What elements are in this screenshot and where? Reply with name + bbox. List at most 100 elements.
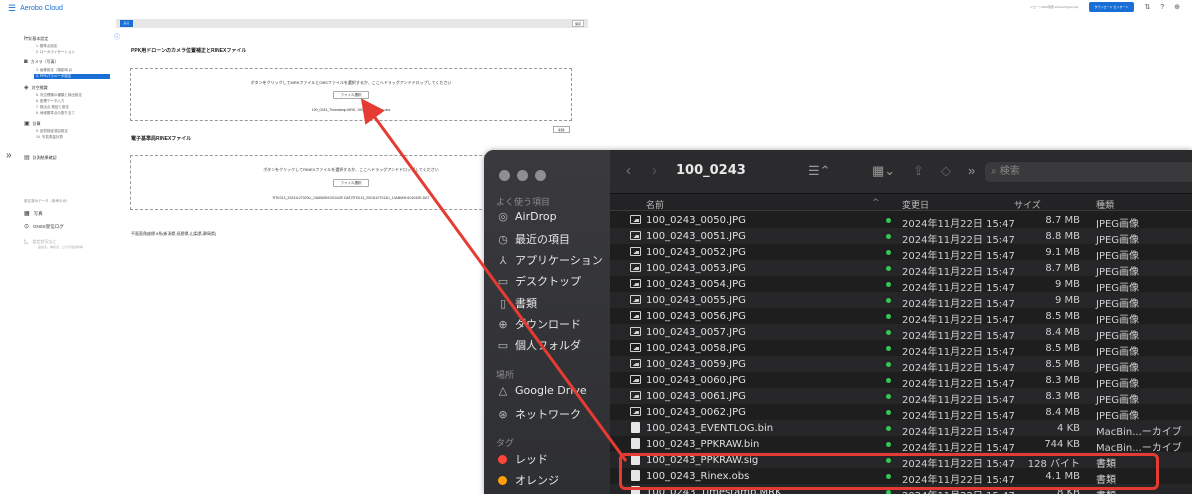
sidebar-item-google-drive[interactable]: △ Google Drive <box>496 384 587 397</box>
sidebar-item-quality[interactable]: 9. 品質検証項目設定 <box>36 129 68 134</box>
sidebar-link-gnss-log[interactable]: ⊙ GNSS受信ログ <box>24 223 64 230</box>
more-chevron-icon[interactable]: » <box>968 163 975 178</box>
ppk-selected-files: 100_0243_Timestamp.MRK, 100_0243_Rinex.o… <box>311 108 391 112</box>
sidebar-link-status[interactable]: ◺ 設定状況など <box>24 238 57 245</box>
sidebar-item-assign[interactable]: 8. 地域基準点の割り当て <box>36 111 75 116</box>
sidebar-item-applications[interactable]: ⅄ アプリケーション <box>496 252 603 268</box>
sidebar-link-photos[interactable]: ▦ 写真 <box>24 210 43 217</box>
file-size: 9 MB <box>1054 295 1080 306</box>
sidebar-item-ppk-active[interactable]: 4. PPKパラメータ設定 <box>34 74 110 79</box>
file-row[interactable]: 100_0243_0054.JPG 2024年11月22日 15:47 9 MB JP… <box>610 276 1192 294</box>
orange-tag-dot <box>498 475 507 485</box>
sidebar-item-image-settings[interactable]: 3. 画像設定（撮影時 β） <box>36 68 74 73</box>
hamburger-menu-icon[interactable]: ☰ <box>8 3 16 14</box>
clear-button[interactable]: 削除 <box>553 126 570 133</box>
file-row[interactable]: 100_0243_0055.JPG 2024年11月22日 15:47 9 MB JP… <box>610 292 1192 310</box>
sidebar-item-verify[interactable]: 7. 検出点 検証と設定 <box>36 105 69 110</box>
sort-icon[interactable]: ⇅ <box>1144 3 1150 11</box>
file-row[interactable]: 100_0243_0053.JPG 2024年11月22日 15:47 8.7 MB… <box>610 260 1192 278</box>
finder-sidebar: よく使う項目 ◎ AirDrop ◷ 最近の項目 ⅄ アプリケーション ▭ デスクトップ… <box>484 150 610 494</box>
image-file-icon <box>630 295 641 304</box>
image-file-icon <box>630 327 641 336</box>
tag-icon[interactable]: ◇ <box>941 163 951 179</box>
target-icon: ◈ <box>24 85 29 91</box>
sidebar-item-coord-input[interactable]: 6. 座標データ入力 <box>36 99 64 104</box>
col-size[interactable]: サイズ <box>1014 198 1041 211</box>
col-kind[interactable]: 種類 <box>1096 198 1114 211</box>
file-row[interactable]: 100_0243_0050.JPG 2024年11月22日 15:47 8.7 MB… <box>610 212 1192 230</box>
file-row[interactable]: 100_0243_PPKRAW.bin 2024年11月22日 15:47 744 … <box>610 436 1192 454</box>
col-name[interactable]: 名前 <box>646 198 664 211</box>
list-view-icon[interactable]: ☰⌃ <box>808 163 831 179</box>
sidebar-group-results[interactable]: ▤ 計測結果確認 <box>24 154 57 161</box>
window-minimize-button[interactable] <box>517 170 528 181</box>
file-name: 100_0243_EVENTLOG.bin <box>646 423 774 434</box>
sort-chevron-icon[interactable]: ^ <box>872 198 880 208</box>
synced-status-icon <box>886 266 891 271</box>
sidebar-item-desktop[interactable]: ▭ デスクトップ <box>496 273 581 289</box>
collapse-chevron-icon[interactable]: » <box>6 150 12 161</box>
sidebar-group-camera[interactable]: ◙ カメラ（写真） <box>24 59 59 65</box>
file-name: 100_0243_0062.JPG <box>646 407 746 418</box>
file-row[interactable]: 100_0243_0061.JPG 2024年11月22日 15:47 8.3 MB… <box>610 388 1192 406</box>
base-file-select-button[interactable]: ファイル選択 <box>333 179 369 187</box>
group-view-icon[interactable]: ▦⌄ <box>872 163 895 179</box>
file-row[interactable]: 100_0243_EVENTLOG.bin 2024年11月22日 15:47 4 … <box>610 420 1192 438</box>
file-row[interactable]: 100_0243_0057.JPG 2024年11月22日 15:47 8.4 MB… <box>610 324 1192 342</box>
col-modified[interactable]: 変更日 <box>902 198 929 211</box>
synced-status-icon <box>886 330 891 335</box>
share-icon[interactable]: ⇪ <box>913 163 924 179</box>
file-size: 4 KB <box>1057 423 1080 434</box>
desktop-icon: ▭ <box>497 274 509 288</box>
file-row[interactable]: 100_0243_0052.JPG 2024年11月22日 15:47 9.1 MB… <box>610 244 1192 262</box>
file-size: 9 MB <box>1054 279 1080 290</box>
file-row[interactable]: 100_0243_0058.JPG 2024年11月22日 15:47 8.5 MB… <box>610 340 1192 358</box>
file-row[interactable]: 100_0243_0060.JPG 2024年11月22日 15:47 8.3 MB… <box>610 372 1192 390</box>
file-row[interactable]: 100_0243_0062.JPG 2024年11月22日 15:47 8.4 MB… <box>610 404 1192 422</box>
window-close-button[interactable] <box>499 170 510 181</box>
back-chevron-icon[interactable]: ‹ <box>626 162 631 179</box>
sidebar-item-target-detect[interactable]: 5. 対空標識の種類と検出設定 <box>36 93 82 98</box>
download-center-button[interactable]: ダウンロード センターへ <box>1088 2 1135 12</box>
account-icon[interactable]: ⊕ <box>1174 3 1180 11</box>
save-button[interactable]: 保存 <box>572 20 584 27</box>
sidebar-group-basic[interactable]: ⊢ 基本設定 <box>24 35 48 42</box>
forward-chevron-icon[interactable]: › <box>652 162 657 179</box>
sidebar-item-localization[interactable]: 2. ローカライゼーション <box>36 50 75 55</box>
file-name: 100_0243_0061.JPG <box>646 391 746 402</box>
image-file-icon <box>630 343 641 352</box>
window-zoom-button[interactable] <box>535 170 546 181</box>
coordinate-system-note: 平面直角座標 8系(新潟県,長野県,山梨県,静岡県) <box>131 231 217 236</box>
file-row[interactable]: 100_0243_0056.JPG 2024年11月22日 15:47 8.5 MB… <box>610 308 1192 326</box>
sidebar-item-airdrop[interactable]: ◎ AirDrop <box>496 210 556 223</box>
info-icon[interactable]: ⓘ <box>114 32 120 41</box>
sidebar-item-home[interactable]: ▭ 個人フォルダ <box>496 337 581 353</box>
sidebar-group-targets[interactable]: ◈ 対空標識 <box>24 84 48 91</box>
brand-logo[interactable]: Aerobo Cloud <box>20 5 63 12</box>
tag-red[interactable]: レッド <box>496 451 548 467</box>
tag-orange[interactable]: オレンジ <box>496 472 559 488</box>
sidebar-item-recents[interactable]: ◷ 最近の項目 <box>496 231 570 247</box>
ppk-dropzone[interactable]: ボタンをクリックしてMRKファイルとOBSファイルを選択するか、ここへドラッグア… <box>130 68 572 121</box>
finder-main: ‹ › 100_0243 ☰⌃ ▦⌄ ⇪ ◇ » ⌕ 検索 名前 ^ 変更日 サ… <box>610 150 1192 494</box>
apps-icon: ⅄ <box>499 253 507 267</box>
file-row[interactable]: 100_0243_0051.JPG 2024年11月22日 15:47 8.8 MB… <box>610 228 1192 246</box>
ppk-file-select-button[interactable]: ファイル選択 <box>333 91 369 99</box>
settings-section-label: 設定済みデータ（参考のみ） <box>24 199 70 203</box>
sidebar-item-documents[interactable]: ▯ 書類 <box>496 295 537 311</box>
back-button[interactable]: 戻る <box>120 20 133 27</box>
sidebar-item-photogrammetry[interactable]: 10. 写真測量計算 <box>36 135 63 140</box>
sidebar-group-calc[interactable]: ▣ 計算 <box>24 120 41 127</box>
sidebar-item-gcp[interactable]: 1. 基準点設定 <box>36 44 57 49</box>
search-field[interactable]: ⌕ 検索 <box>985 162 1192 182</box>
file-size: 9.1 MB <box>1045 247 1080 258</box>
ppk-section-title: PPK用ドローンのカメラ位置補正とRINEXファイル <box>131 48 247 54</box>
sidebar-item-downloads[interactable]: ⊕ ダウンロード <box>496 316 581 332</box>
ruler-icon: ⊢ <box>24 36 30 42</box>
synced-status-icon <box>886 218 891 223</box>
file-row[interactable]: 100_0243_0059.JPG 2024年11月22日 15:47 8.5 MB… <box>610 356 1192 374</box>
file-size: 8.5 MB <box>1045 359 1080 370</box>
sidebar-item-network[interactable]: ⊛ ネットワーク <box>496 406 581 422</box>
tags-label: タグ <box>496 439 515 449</box>
help-icon[interactable]: ? <box>1160 4 1164 11</box>
